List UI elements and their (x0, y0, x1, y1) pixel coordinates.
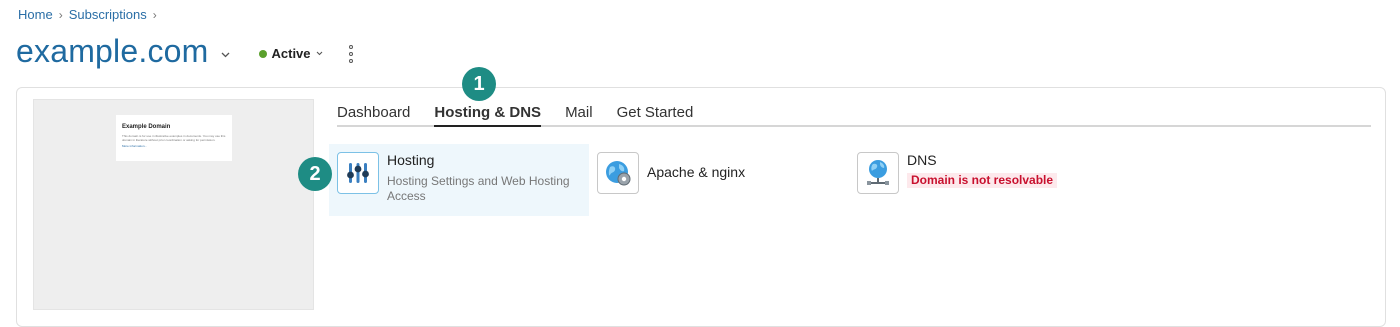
dns-globe-icon (857, 152, 899, 194)
preview-document: Example Domain This domain is for use in… (116, 115, 232, 161)
tile-hosting-title: Hosting (387, 152, 435, 168)
breadcrumb-separator-icon: › (58, 7, 63, 22)
preview-body: This domain is for use in illustrative e… (122, 134, 226, 142)
breadcrumb-home[interactable]: Home (18, 7, 53, 22)
tile-dns-title: DNS (907, 152, 937, 168)
chevron-down-icon (316, 51, 322, 56)
tile-hosting-desc: Hosting Settings and Web Hosting Access (387, 174, 570, 203)
tile-apache-nginx[interactable]: Apache & nginx (589, 144, 849, 216)
tab-get-started[interactable]: Get Started (617, 104, 694, 125)
tile-apache-nginx-title: Apache & nginx (647, 164, 746, 180)
tile-dns[interactable]: DNS Domain is not resolvable (849, 144, 1109, 216)
breadcrumb-subscriptions[interactable]: Subscriptions (69, 7, 147, 22)
status-dot-icon (258, 49, 267, 58)
tab-bar: Dashboard Hosting & DNS Mail Get Started (337, 104, 1371, 127)
website-preview-thumbnail[interactable]: Example Domain This domain is for use in… (33, 99, 314, 310)
status-label: Active (271, 46, 311, 61)
status-dropdown[interactable]: Active (258, 46, 323, 61)
tab-mail[interactable]: Mail (565, 104, 593, 125)
tab-dashboard[interactable]: Dashboard (337, 104, 410, 125)
step-badge-2: 2 (298, 157, 332, 191)
breadcrumb: Home › Subscriptions › (18, 7, 157, 22)
preview-heading: Example Domain (122, 124, 171, 130)
tiles-row: Hosting Hosting Settings and Web Hosting… (329, 144, 1109, 216)
more-actions-icon[interactable] (345, 44, 357, 63)
dns-warning-badge: Domain is not resolvable (907, 173, 1058, 188)
page-title: example.com (16, 33, 209, 69)
title-row: example.com Active (16, 33, 357, 70)
step-badge-1: 1 (462, 67, 496, 101)
breadcrumb-separator-icon: › (152, 7, 157, 22)
apache-nginx-globe-icon (597, 152, 639, 194)
tab-hosting-dns[interactable]: Hosting & DNS (434, 104, 541, 127)
hosting-settings-icon (337, 152, 379, 194)
preview-link: More information... (122, 144, 148, 148)
subscription-card: Example Domain This domain is for use in… (16, 87, 1386, 327)
tile-hosting[interactable]: Hosting Hosting Settings and Web Hosting… (329, 144, 589, 216)
chevron-down-icon[interactable] (221, 50, 231, 60)
